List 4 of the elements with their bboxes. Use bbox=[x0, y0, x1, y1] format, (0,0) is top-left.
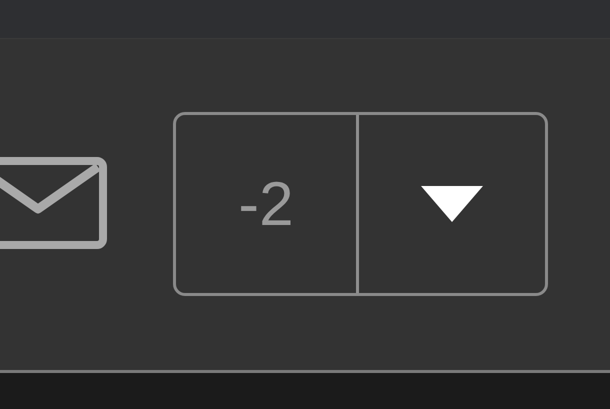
vote-value: -2 bbox=[176, 115, 359, 293]
caret-icon bbox=[421, 186, 483, 222]
mail-icon[interactable] bbox=[0, 157, 107, 249]
vote-dropdown[interactable]: -2 bbox=[173, 112, 548, 296]
